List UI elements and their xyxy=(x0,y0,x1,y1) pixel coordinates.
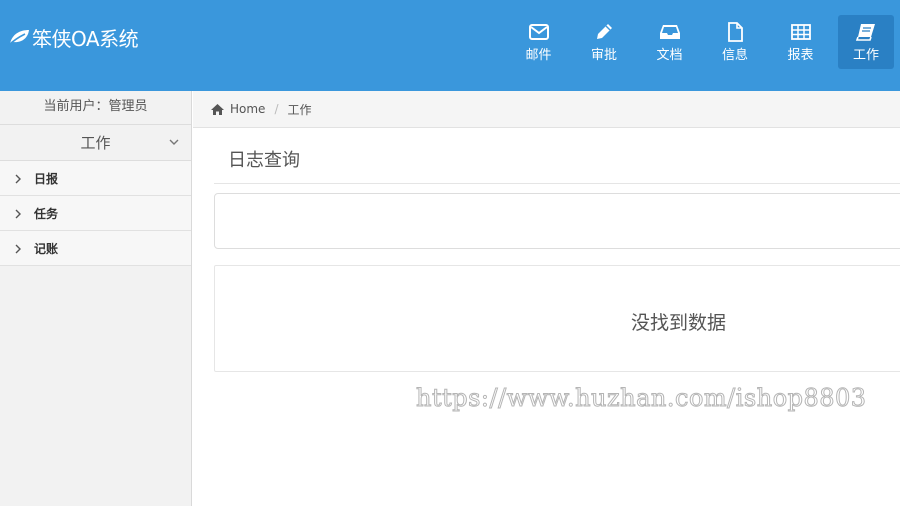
nav-label: 审批 xyxy=(590,48,617,63)
breadcrumb: Home / 工作 xyxy=(193,91,900,128)
table-icon xyxy=(790,24,811,40)
brand-name: 笨侠OA系统 xyxy=(32,26,139,51)
results-panel xyxy=(214,265,900,372)
home-icon xyxy=(211,103,224,115)
leaf-icon xyxy=(8,30,29,46)
pencil-icon xyxy=(597,24,612,39)
sidebar-item-label: 记账 xyxy=(34,241,59,256)
sidebar-item-daily-report[interactable]: 日报 xyxy=(0,161,191,196)
nav-messages[interactable]: 信息 xyxy=(707,15,763,69)
breadcrumb-separator: / xyxy=(274,102,279,116)
breadcrumb-current: 工作 xyxy=(287,102,312,117)
chevron-right-icon xyxy=(15,209,21,219)
page-title: 日志查询 xyxy=(228,150,300,171)
top-header: 笨侠OA系统 邮件 审批 文档 信息 报表 工作 xyxy=(0,0,900,91)
search-panel xyxy=(214,193,900,249)
menu-group-header[interactable]: 工作 xyxy=(0,125,191,161)
main-nav: 邮件 审批 文档 信息 报表 工作 xyxy=(501,15,894,69)
chevron-right-icon xyxy=(15,244,21,254)
nav-label: 邮件 xyxy=(525,48,552,63)
sidebar-item-tasks[interactable]: 任务 xyxy=(0,196,191,231)
current-user: 当前用户：管理员 xyxy=(0,91,191,125)
empty-state-message: 没找到数据 xyxy=(631,312,727,334)
sidebar-item-label: 任务 xyxy=(34,206,59,221)
chevron-down-icon xyxy=(169,139,179,145)
nav-label: 信息 xyxy=(721,48,748,63)
menu-group-title: 工作 xyxy=(80,134,111,152)
sidebar: 当前用户：管理员 工作 日报 任务 记账 xyxy=(0,91,192,506)
chevron-right-icon xyxy=(15,174,21,184)
nav-reports[interactable]: 报表 xyxy=(773,15,829,69)
nav-label: 报表 xyxy=(787,48,814,63)
inbox-icon xyxy=(659,25,680,39)
sidebar-item-label: 日报 xyxy=(34,171,59,186)
sidebar-item-bookkeeping[interactable]: 记账 xyxy=(0,231,191,266)
nav-label: 工作 xyxy=(852,48,879,63)
nav-documents[interactable]: 文档 xyxy=(642,15,698,69)
nav-label: 文档 xyxy=(656,48,683,63)
breadcrumb-home-link[interactable]: Home xyxy=(230,102,265,116)
nav-approval[interactable]: 审批 xyxy=(576,15,632,69)
envelope-icon xyxy=(528,24,549,40)
title-divider xyxy=(214,183,900,184)
watermark-text: https://www.huzhan.com/ishop8803 xyxy=(416,384,867,413)
book-icon xyxy=(855,24,875,41)
brand-logo[interactable]: 笨侠OA系统 xyxy=(8,24,139,51)
nav-work[interactable]: 工作 xyxy=(838,15,894,69)
nav-mail[interactable]: 邮件 xyxy=(511,15,567,69)
file-icon xyxy=(728,22,743,42)
